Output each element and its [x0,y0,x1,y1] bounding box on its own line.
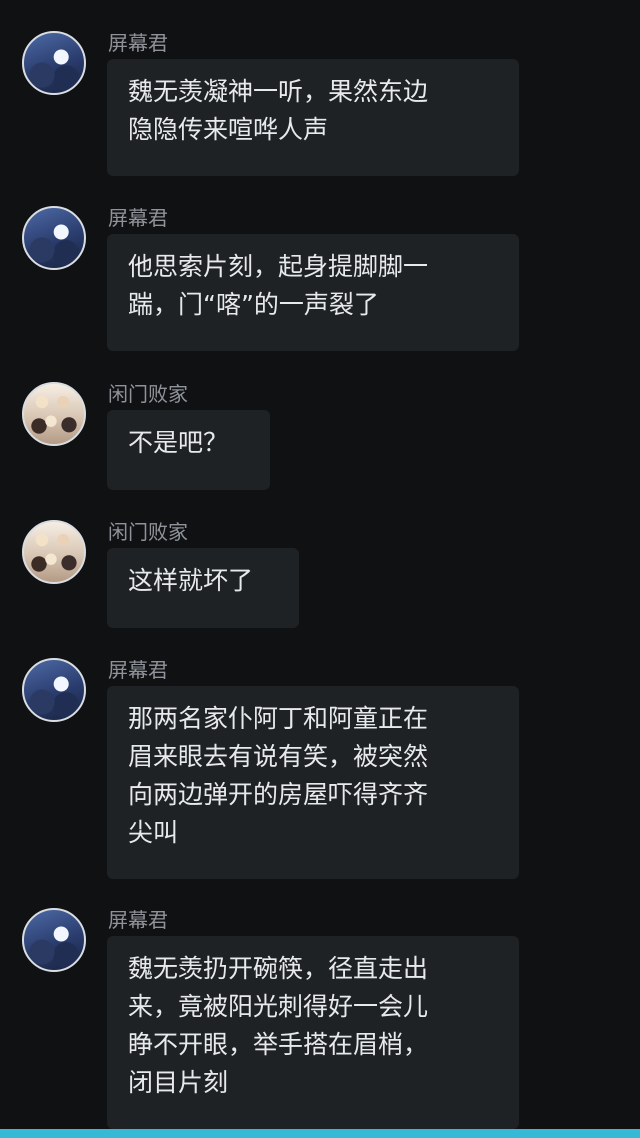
message-bubble[interactable]: 他思索片刻，起身提脚脚一 踹，门“喀”的一声裂了 [107,234,519,351]
message-bubble[interactable]: 魏无羡扔开碗筷，径直走出 来，竟被阳光刺得好一会儿 睁不开眼，举手搭在眉梢， 闭… [107,936,519,1129]
message-bubble[interactable]: 魏无羡凝神一听，果然东边 隐隐传来喧哗人声 [107,59,519,176]
message-bubble[interactable]: 那两名家仆阿丁和阿童正在 眉来眼去有说有笑，被突然 向两边弹开的房屋吓得齐齐 尖… [107,686,519,879]
avatar[interactable] [22,206,86,270]
sender-name: 屏幕君 [108,206,168,230]
avatar[interactable] [22,382,86,446]
sender-name: 屏幕君 [108,658,168,682]
message-bubble[interactable]: 不是吧？ [107,410,270,490]
sender-name: 屏幕君 [108,908,168,932]
avatar[interactable] [22,31,86,95]
avatar[interactable] [22,520,86,584]
message-bubble[interactable]: 这样就坏了 [107,548,299,628]
sender-name: 屏幕君 [108,31,168,55]
bottom-accent-bar [0,1129,640,1138]
sender-name: 闲门败家 [108,382,188,406]
avatar[interactable] [22,908,86,972]
sender-name: 闲门败家 [108,520,188,544]
avatar[interactable] [22,658,86,722]
